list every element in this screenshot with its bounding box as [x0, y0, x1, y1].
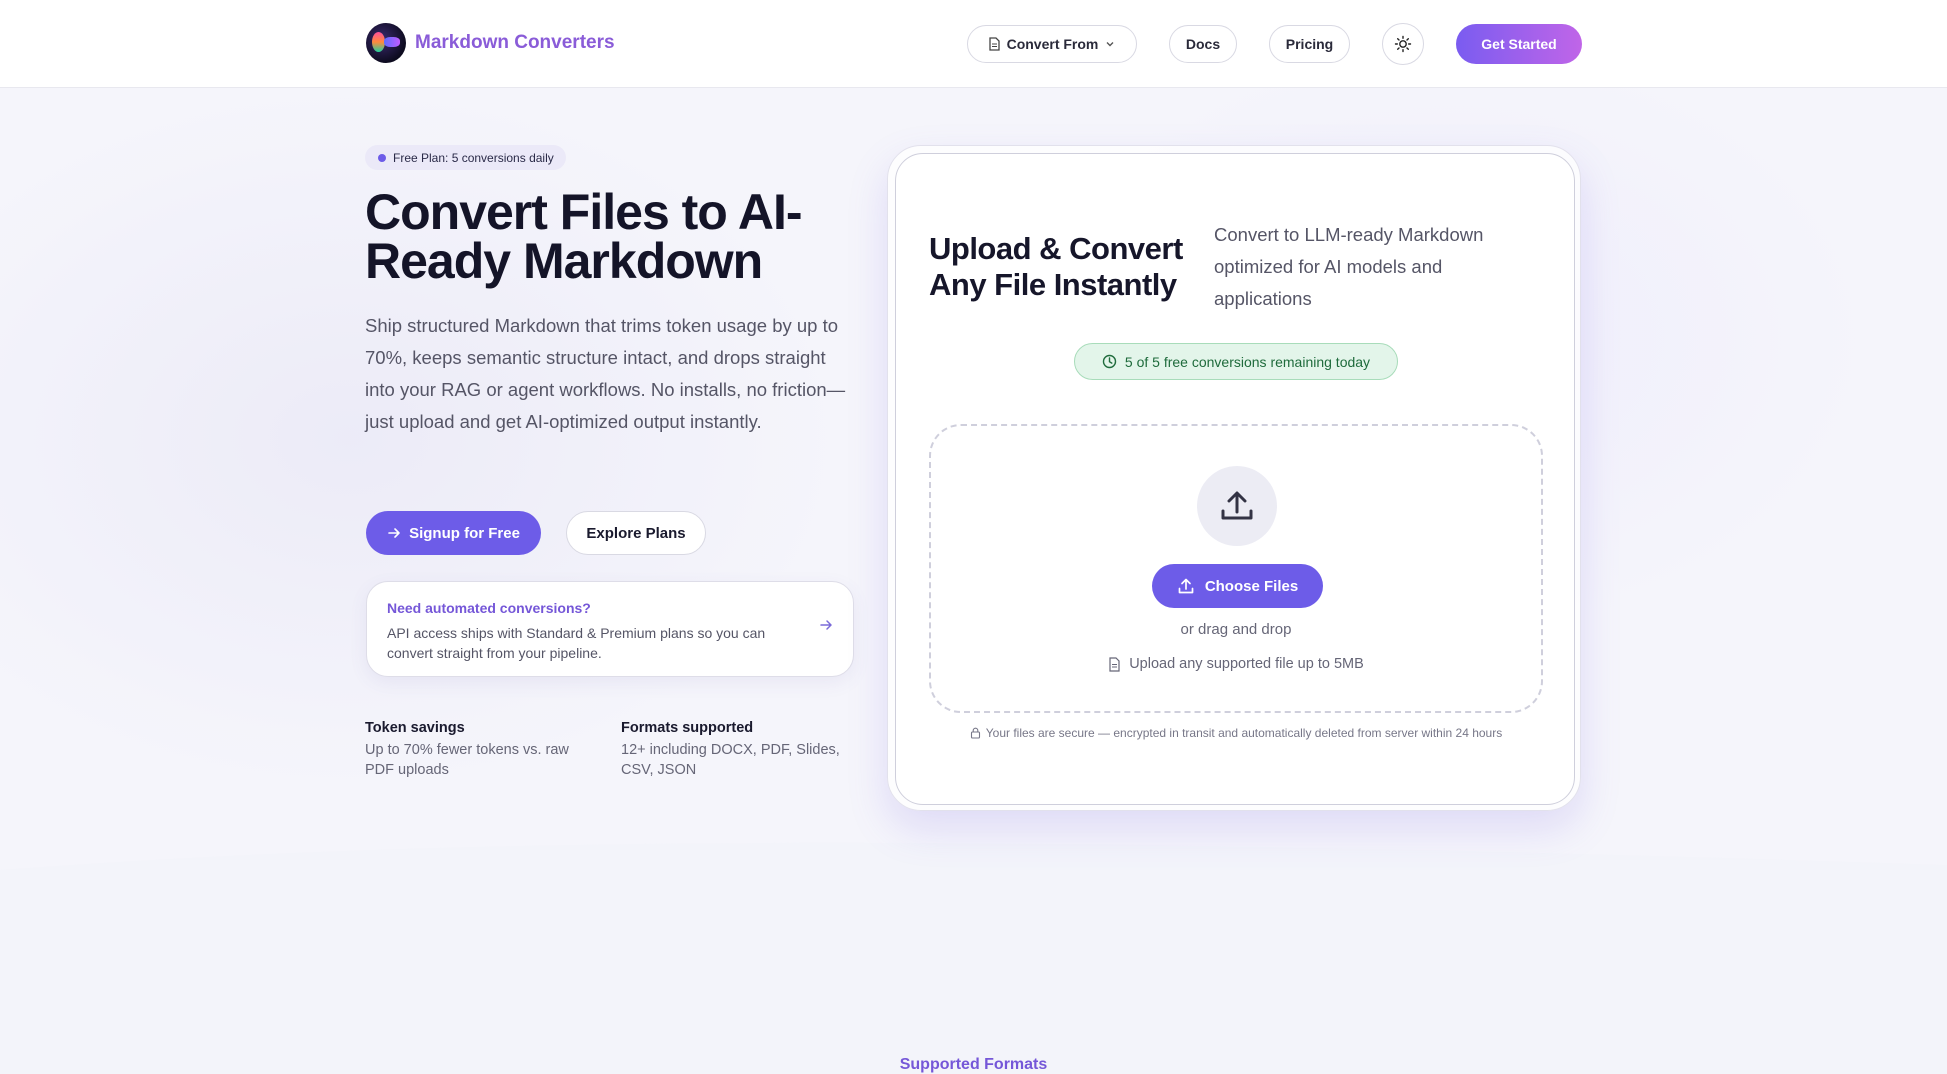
convert-from-dropdown[interactable]: Convert From: [967, 25, 1137, 63]
upload-card-inner: Upload & Convert Any File Instantly Conv…: [895, 153, 1575, 805]
upload-icon-circle: [1197, 466, 1277, 546]
upload-subtitle: Convert to LLM-ready Markdown optimized …: [1214, 224, 1484, 309]
section-wave: [0, 842, 1947, 1074]
stat-formats-supported: Formats supported 12+ including DOCX, PD…: [621, 720, 851, 780]
free-plan-badge: Free Plan: 5 conversions daily: [365, 145, 566, 170]
clock-icon: [1102, 354, 1117, 369]
logo-icon: [366, 23, 406, 63]
hero-description: Ship structured Markdown that trims toke…: [365, 315, 846, 432]
api-card-text: API access ships with Standard & Premium…: [387, 625, 766, 661]
api-access-card[interactable]: Need automated conversions? API access s…: [366, 581, 854, 677]
stat-value: Up to 70% fewer tokens vs. raw PDF uploa…: [365, 742, 569, 778]
brand-logo[interactable]: Markdown Converters: [366, 23, 615, 63]
api-card-title: Need automated conversions?: [387, 600, 591, 616]
arrow-right-icon: [388, 528, 400, 538]
sun-icon: [1394, 35, 1412, 53]
top-navigation: Markdown Converters Convert From Docs Pr…: [0, 0, 1947, 88]
chevron-down-icon: [1106, 42, 1114, 47]
hero-title: Convert Files to AI-Ready Markdown: [365, 184, 803, 289]
upload-card: Upload & Convert Any File Instantly Conv…: [887, 145, 1581, 811]
file-limit-label: Upload any supported file up to 5MB: [1129, 656, 1364, 672]
file-icon: [1109, 656, 1120, 672]
free-plan-badge-text: Free Plan: 5 conversions daily: [393, 150, 554, 165]
file-dropzone[interactable]: Choose Files or drag and drop Upload any…: [929, 424, 1543, 713]
docs-link[interactable]: Docs: [1169, 25, 1237, 63]
file-limit-text: Upload any supported file up to 5MB: [931, 656, 1541, 672]
convert-from-label: Convert From: [1006, 36, 1099, 52]
lock-icon: [970, 727, 980, 739]
conversions-remaining-text: 5 of 5 free conversions remaining today: [1124, 353, 1371, 370]
upload-icon: [1221, 491, 1253, 520]
badge-dot-icon: [378, 154, 386, 162]
upload-icon: [1178, 578, 1194, 594]
explore-plans-button[interactable]: Explore Plans: [566, 511, 706, 555]
supported-formats-heading: Supported Formats: [899, 1056, 1048, 1073]
pricing-link[interactable]: Pricing: [1269, 25, 1350, 63]
signup-button[interactable]: Signup for Free: [366, 511, 541, 555]
document-icon: [988, 37, 1000, 51]
choose-files-label: Choose Files: [1204, 577, 1299, 595]
drag-drop-text: or drag and drop: [1180, 621, 1292, 638]
stat-label: Formats supported: [621, 720, 754, 736]
signup-button-label: Signup for Free: [409, 524, 520, 542]
upload-title: Upload & Convert Any File Instantly: [929, 231, 1183, 302]
arrow-right-icon: [820, 620, 832, 630]
brand-name: Markdown Converters: [415, 32, 615, 53]
wave-shape: [0, 842, 1947, 890]
security-note-text: Your files are secure — encrypted in tra…: [985, 726, 1503, 740]
stat-label: Token savings: [365, 720, 465, 736]
stat-token-savings: Token savings Up to 70% fewer tokens vs.…: [365, 720, 595, 780]
get-started-button[interactable]: Get Started: [1456, 24, 1582, 64]
theme-toggle-button[interactable]: [1382, 23, 1424, 65]
conversions-remaining-badge: 5 of 5 free conversions remaining today: [1074, 343, 1398, 380]
security-note: Your files are secure — encrypted in tra…: [896, 726, 1576, 740]
stat-value: 12+ including DOCX, PDF, Slides, CSV, JS…: [621, 742, 840, 778]
choose-files-button[interactable]: Choose Files: [1152, 564, 1323, 608]
